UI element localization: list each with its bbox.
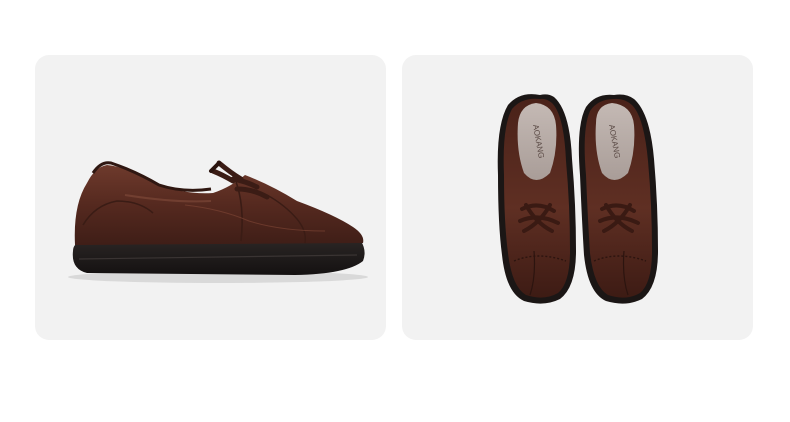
product-image-card-top[interactable]: AOKANG AOKANG xyxy=(402,55,753,340)
left-shoe-top-view: AOKANG xyxy=(497,94,576,304)
right-shoe-top-view: AOKANG xyxy=(578,94,658,304)
shoe-upper xyxy=(74,165,364,245)
shoe-side-view-image xyxy=(68,160,368,283)
product-image-card-side[interactable] xyxy=(35,55,386,340)
shoes-top-view-image: AOKANG AOKANG xyxy=(497,94,658,304)
